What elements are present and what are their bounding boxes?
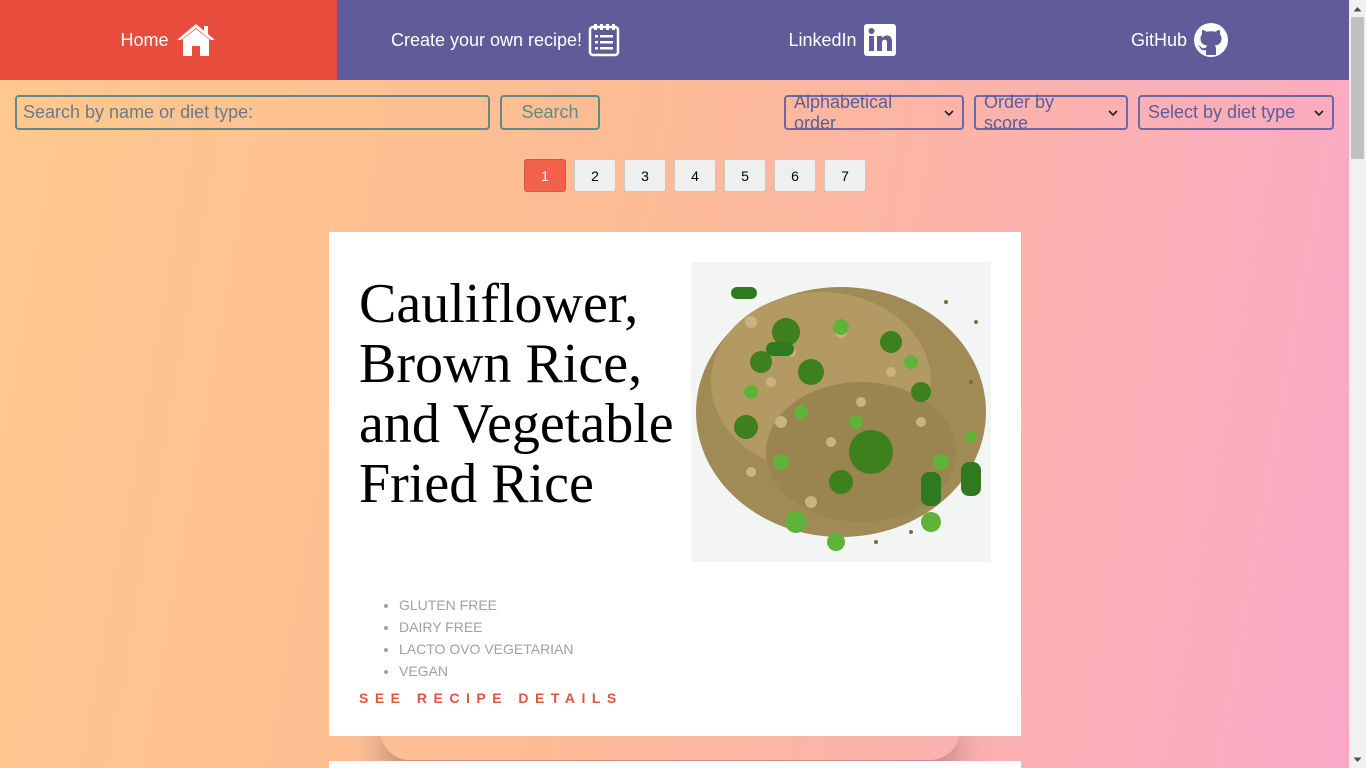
nav-github-link[interactable]: GitHub	[1011, 0, 1349, 80]
diet-item: LACTO OVO VEGETARIAN	[399, 638, 574, 660]
next-recipe-card	[329, 761, 1021, 768]
nav-create-recipe-link[interactable]: Create your own recipe!	[337, 0, 674, 80]
diet-type-value: Select by diet type	[1148, 102, 1296, 122]
order-by-score-select[interactable]: Order by score	[974, 92, 1128, 133]
alphabetical-order-value: Alphabetical order	[794, 91, 893, 133]
page-button-2[interactable]: 2	[574, 159, 616, 192]
top-nav: Home Create your own recipe! LinkedIn Gi…	[0, 0, 1349, 80]
chevron-down-icon	[1314, 106, 1324, 120]
search-button[interactable]: Search	[500, 95, 600, 130]
page: Home Create your own recipe! LinkedIn Gi…	[0, 0, 1349, 768]
alphabetical-order-select[interactable]: Alphabetical order	[784, 92, 964, 133]
linkedin-icon	[863, 23, 897, 57]
nav-create-label: Create your own recipe!	[390, 29, 583, 50]
notepad-icon	[588, 23, 620, 57]
page-button-6[interactable]: 6	[774, 159, 816, 192]
page-button-3[interactable]: 3	[624, 159, 666, 192]
controls-bar: Search Alphabetical order Order by score…	[0, 80, 1349, 160]
nav-linkedin-link[interactable]: LinkedIn	[674, 0, 1011, 80]
scrollbar-thumb[interactable]	[1351, 17, 1364, 159]
diet-list: GLUTEN FREE DAIRY FREE LACTO OVO VEGETAR…	[399, 594, 574, 682]
nav-github-label: GitHub	[1130, 29, 1188, 50]
vertical-scrollbar[interactable]	[1349, 0, 1366, 768]
scroll-up-arrow-icon[interactable]	[1349, 0, 1366, 17]
recipe-title: Cauliflower, Brown Rice, and Vegetable F…	[359, 273, 674, 515]
order-by-score-value: Order by score	[984, 91, 1055, 133]
chevron-down-icon	[1108, 106, 1118, 120]
page-button-1[interactable]: 1	[524, 159, 566, 192]
page-button-4[interactable]: 4	[674, 159, 716, 192]
diet-type-select[interactable]: Select by diet type	[1138, 95, 1334, 130]
see-recipe-details-link[interactable]: SEE RECIPE DETAILS	[359, 690, 623, 706]
diet-item: VEGAN	[399, 660, 574, 682]
recipe-image	[691, 262, 991, 562]
scroll-down-arrow-icon[interactable]	[1349, 751, 1366, 768]
chevron-down-icon	[944, 106, 954, 120]
diet-item: GLUTEN FREE	[399, 594, 574, 616]
page-button-5[interactable]: 5	[724, 159, 766, 192]
page-button-7[interactable]: 7	[824, 159, 866, 192]
house-icon	[175, 22, 217, 58]
diet-item: DAIRY FREE	[399, 616, 574, 638]
nav-home-label: Home	[120, 29, 169, 50]
nav-linkedin-label: LinkedIn	[788, 29, 857, 50]
pagination: 1 2 3 4 5 6 7	[524, 159, 866, 192]
recipe-card: Cauliflower, Brown Rice, and Vegetable F…	[329, 232, 1021, 736]
nav-home-link[interactable]: Home	[0, 0, 337, 80]
search-input[interactable]	[15, 95, 490, 130]
github-icon	[1193, 22, 1229, 58]
